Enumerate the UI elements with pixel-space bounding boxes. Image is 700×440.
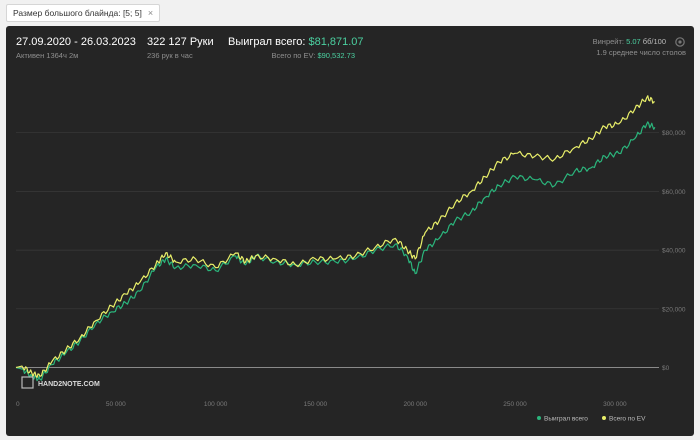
- series-line: [15, 121, 656, 382]
- chart-panel: 27.09.2020 - 26.03.2023 Активен 1364ч 2м…: [6, 26, 694, 436]
- y-tick-label: $20,000: [662, 306, 686, 313]
- x-tick-label: 150 000: [304, 401, 328, 408]
- legend-swatch: [537, 416, 541, 420]
- y-tick-label: $80,000: [662, 130, 686, 137]
- legend-label: Всего по EV: [609, 416, 646, 423]
- x-tick-label: 50 000: [106, 401, 126, 408]
- y-tick-label: $0: [662, 365, 670, 372]
- legend-label: Выиграл всего: [544, 416, 588, 423]
- filter-chip-big-blind[interactable]: Размер большого блайнда: [5; 5] ×: [6, 4, 161, 22]
- filter-bar: Размер большого блайнда: [5; 5] ×: [0, 0, 700, 24]
- x-tick-label: 200 000: [403, 401, 427, 408]
- series-line: [15, 95, 655, 378]
- y-tick-label: $60,000: [662, 189, 686, 196]
- close-icon[interactable]: ×: [148, 8, 153, 18]
- x-tick-label: 100 000: [204, 401, 228, 408]
- legend-swatch: [602, 416, 606, 420]
- filter-chip-label: Размер большого блайнда: [5; 5]: [13, 8, 142, 18]
- x-tick-label: 250 000: [503, 401, 527, 408]
- x-tick-label: 300 000: [603, 401, 627, 408]
- x-tick-label: 0: [16, 401, 20, 408]
- y-tick-label: $40,000: [662, 248, 686, 255]
- line-chart: $0 $20,000 $40,000 $60,000 $80,000 0 50 000 10…: [15, 95, 686, 423]
- logo-text: HAND2NOTE.COM: [38, 381, 100, 388]
